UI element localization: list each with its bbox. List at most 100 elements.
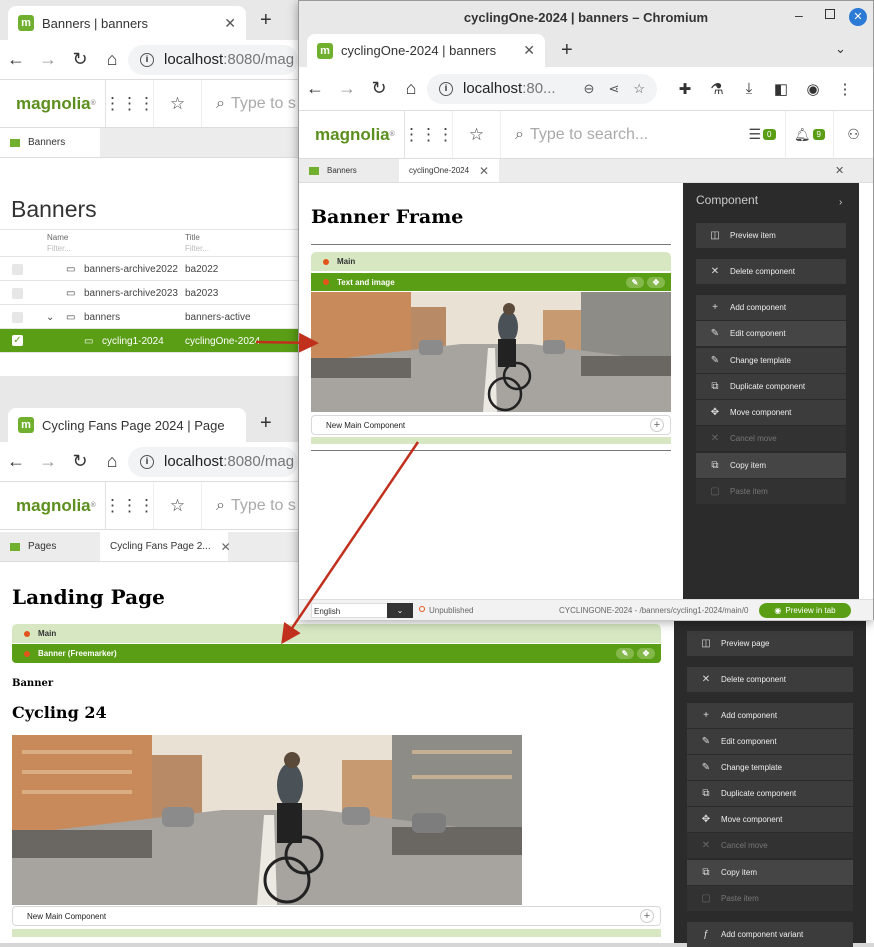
home-icon[interactable]: ⌂	[96, 451, 128, 472]
action-move-component[interactable]: ✥ Move component	[696, 400, 846, 425]
action-add-component-variant[interactable]: ƒ Add component variant	[687, 922, 853, 947]
action-delete-component[interactable]: ✕ Delete component	[687, 667, 853, 692]
close-tab-icon[interactable]: ✕	[221, 540, 231, 554]
add-icon[interactable]: +	[640, 909, 654, 923]
forward-arrow-icon[interactable]: →	[32, 49, 64, 70]
tab-cycling-fans-page[interactable]: Cycling Fans Page 2... ✕	[100, 532, 231, 561]
notifications-indicator[interactable]: 🔔︎ 9	[785, 111, 833, 158]
table-row[interactable]: ▭ banners-archive2022 ba2022	[0, 257, 300, 281]
action-change-template[interactable]: ✎ Change template	[687, 755, 853, 780]
favorites-star-icon[interactable]: ☆	[154, 80, 202, 127]
main-area-bar[interactable]: Main	[311, 252, 671, 271]
browser-tab-cyclingone[interactable]: m cyclingOne-2024 | banners ✕	[307, 34, 545, 67]
close-tab-icon[interactable]: ✕	[479, 164, 489, 178]
action-paste-item[interactable]: ▢ Paste item	[687, 886, 853, 911]
action-duplicate-component[interactable]: ⧉ Duplicate component	[687, 781, 853, 806]
row-checkbox[interactable]	[12, 288, 23, 299]
preview-in-tab-button[interactable]: ◉ Preview in tab	[759, 603, 851, 618]
address-bar[interactable]: i localhost:8080/mag	[128, 44, 298, 75]
back-arrow-icon[interactable]: ←	[0, 451, 32, 472]
action-duplicate-component[interactable]: ⧉ Duplicate component	[696, 374, 846, 399]
close-window-icon[interactable]: ✕	[849, 8, 867, 26]
download-icon[interactable]: ⤓	[733, 80, 765, 97]
browser-menu-icon[interactable]: ⋮	[829, 80, 861, 98]
reload-icon[interactable]: ↻	[64, 451, 96, 472]
reload-icon[interactable]: ↻	[64, 49, 96, 70]
tab-banners[interactable]: Banners	[0, 128, 100, 157]
action-edit-component[interactable]: ✎ Edit component	[696, 321, 846, 346]
main-area-bar[interactable]: Main	[12, 624, 661, 643]
forward-arrow-icon[interactable]: →	[32, 451, 64, 472]
tasks-indicator[interactable]: ☰ 0	[739, 126, 785, 143]
address-bar[interactable]: i localhost:8080/mag	[128, 446, 298, 477]
action-edit-component[interactable]: ✎ Edit component	[687, 729, 853, 754]
action-add-component[interactable]: + Add component	[696, 295, 846, 320]
user-icon[interactable]: ⚇	[833, 111, 873, 158]
new-tab-icon[interactable]: +	[561, 39, 573, 62]
close-tab-icon[interactable]: ✕	[515, 42, 535, 59]
new-tab-icon[interactable]: +	[260, 412, 272, 435]
action-move-component[interactable]: ✥ Move component	[687, 807, 853, 832]
site-info-icon[interactable]: i	[439, 81, 453, 96]
maximize-icon[interactable]	[825, 9, 835, 19]
site-info-icon[interactable]: i	[140, 454, 154, 469]
favorites-star-icon[interactable]: ☆	[154, 482, 202, 529]
row-checkbox[interactable]	[12, 264, 23, 275]
app-launcher-icon[interactable]: ⋮⋮⋮	[104, 482, 155, 529]
action-preview-item[interactable]: ◫ Preview item	[696, 223, 846, 248]
new-tab-icon[interactable]: +	[260, 9, 272, 32]
action-change-template[interactable]: ✎ Change template	[696, 348, 846, 373]
reload-icon[interactable]: ↻	[363, 78, 395, 99]
move-icon[interactable]: ✥	[637, 648, 655, 659]
lab-flask-icon[interactable]: ⚗	[701, 80, 733, 98]
home-icon[interactable]: ⌂	[395, 78, 427, 99]
action-delete-component[interactable]: ✕ Delete component	[696, 259, 846, 284]
column-name-header[interactable]: Name	[47, 233, 68, 242]
magnolia-logo[interactable]: magnolia ®	[299, 111, 405, 158]
title-filter-input[interactable]: Filter...	[185, 244, 209, 253]
forward-arrow-icon[interactable]: →	[331, 78, 363, 99]
extensions-icon[interactable]: ✚	[669, 80, 701, 98]
magnolia-logo[interactable]: magnolia ®	[0, 80, 106, 127]
browser-tab-pages[interactable]: m Cycling Fans Page 2024 | Page	[8, 408, 246, 442]
tab-cyclingone-2024[interactable]: cyclingOne-2024 ✕	[399, 159, 499, 182]
bookmark-star-icon[interactable]: ☆	[633, 81, 645, 97]
search-field[interactable]: ⌕ Type to s	[202, 80, 300, 127]
component-bar[interactable]: Banner (Freemarker) ✎ ✥	[12, 644, 661, 663]
site-info-icon[interactable]: i	[140, 52, 154, 67]
tab-list-chevron-icon[interactable]: ⌄	[835, 41, 846, 57]
table-row-selected[interactable]: ✓ ▭ cycling1-2024 cyclingOne-2024	[0, 329, 300, 353]
action-preview-page[interactable]: ◫ Preview page	[687, 631, 853, 656]
side-panel-icon[interactable]: ◧	[765, 80, 797, 98]
zoom-icon[interactable]: ⊖	[584, 81, 595, 97]
component-bar[interactable]: Text and image ✎ ✥	[311, 273, 671, 291]
table-row[interactable]: ⌄ ▭ banners banners-active	[0, 305, 300, 329]
app-launcher-icon[interactable]: ⋮⋮⋮	[104, 80, 155, 127]
browser-tab-banners[interactable]: m Banners | banners ✕	[8, 6, 246, 40]
move-icon[interactable]: ✥	[647, 276, 665, 288]
action-copy-item[interactable]: ⧉ Copy item	[687, 860, 853, 885]
edit-pencil-icon[interactable]: ✎	[626, 276, 644, 288]
action-add-component[interactable]: + Add component	[687, 703, 853, 728]
column-title-header[interactable]: Title	[185, 233, 200, 242]
row-checkbox-checked[interactable]: ✓	[12, 335, 23, 346]
action-cancel-move[interactable]: ✕ Cancel move	[687, 833, 853, 858]
chevron-down-icon[interactable]: ⌄	[387, 603, 413, 618]
minimize-icon[interactable]: –	[795, 7, 803, 23]
add-icon[interactable]: +	[650, 418, 664, 432]
new-main-component[interactable]: New Main Component +	[12, 906, 661, 926]
new-main-component[interactable]: New Main Component +	[311, 415, 671, 435]
tab-banners[interactable]: Banners	[299, 159, 399, 182]
row-checkbox[interactable]	[12, 312, 23, 323]
share-icon[interactable]: ⋖	[608, 81, 619, 97]
back-arrow-icon[interactable]: ←	[299, 78, 331, 99]
favorites-star-icon[interactable]: ☆	[453, 111, 501, 158]
home-icon[interactable]: ⌂	[96, 49, 128, 70]
address-bar[interactable]: i localhost:80... ⊖ ⋖ ☆	[427, 73, 657, 104]
chevron-right-icon[interactable]: ›	[839, 197, 842, 208]
action-copy-item[interactable]: ⧉ Copy item	[696, 453, 846, 478]
tab-pages[interactable]: Pages	[0, 532, 100, 561]
name-filter-input[interactable]: Filter...	[47, 244, 71, 253]
close-tab-icon[interactable]: ✕	[216, 15, 236, 32]
action-cancel-move[interactable]: ✕ Cancel move	[696, 426, 846, 451]
